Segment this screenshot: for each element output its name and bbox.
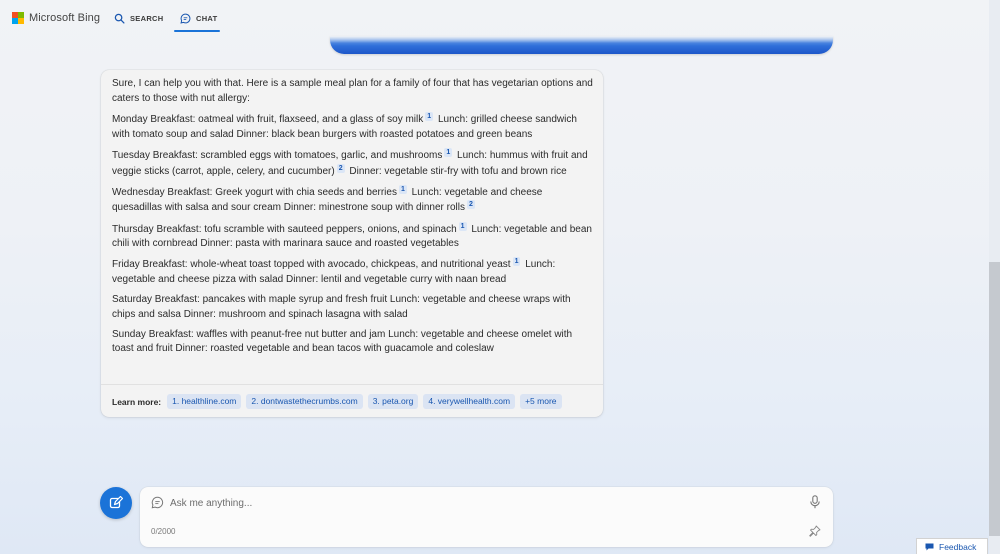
citation-marker[interactable]: 1 [444, 147, 453, 157]
response-text-segment: Saturday Breakfast: pancakes with maple … [112, 294, 571, 320]
response-paragraph: Tuesday Breakfast: scrambled eggs with t… [112, 147, 594, 179]
response-text-segment: Monday Breakfast: oatmeal with fruit, fl… [112, 114, 424, 126]
microsoft-logo-icon [12, 12, 24, 24]
search-icon [114, 13, 125, 24]
bing-logo[interactable]: Microsoft Bing [12, 12, 100, 24]
response-text-segment: Thursday Breakfast: tofu scramble with s… [112, 223, 457, 235]
chat-input-box: 0/2000 [140, 487, 833, 547]
citation-marker[interactable]: 1 [398, 184, 407, 194]
feedback-button[interactable]: Feedback [916, 538, 988, 554]
response-text-segment: Tuesday Breakfast: scrambled eggs with t… [112, 149, 443, 161]
response-text-segment: Wednesday Breakfast: Greek yogurt with c… [112, 186, 397, 198]
response-text-segment: Sure, I can help you with that. Here is … [112, 78, 593, 104]
feedback-label: Feedback [939, 541, 977, 552]
scroll-fade [330, 36, 833, 43]
new-topic-icon [109, 496, 123, 509]
brand-name: Microsoft Bing [29, 12, 101, 24]
response-paragraph: Wednesday Breakfast: Greek yogurt with c… [112, 184, 594, 216]
bot-response-card: Sure, I can help you with that. Here is … [101, 70, 603, 417]
response-paragraph: Thursday Breakfast: tofu scramble with s… [112, 221, 594, 252]
more-sources-button[interactable]: +5 more [520, 394, 562, 409]
ask-input[interactable] [170, 495, 790, 511]
character-counter: 0/2000 [151, 527, 176, 536]
tab-chat[interactable]: CHAT [180, 13, 217, 24]
learn-more-bar: Learn more: 1. healthline.com 2. dontwas… [112, 394, 562, 409]
feedback-icon [925, 543, 934, 550]
citation-marker[interactable]: 1 [512, 257, 521, 267]
pin-icon[interactable] [809, 525, 821, 537]
response-paragraph: Sunday Breakfast: waffles with peanut-fr… [112, 328, 594, 357]
response-paragraph: Sure, I can help you with that. Here is … [112, 77, 594, 106]
response-text: Sure, I can help you with that. Here is … [112, 77, 594, 363]
top-header: Microsoft Bing SEARCH CHAT [0, 0, 1000, 34]
source-link-dontwastethecrumbs[interactable]: 2. dontwastethecrumbs.com [246, 394, 363, 409]
response-paragraph: Monday Breakfast: oatmeal with fruit, fl… [112, 112, 594, 142]
mic-icon[interactable] [809, 495, 821, 509]
source-link-peta[interactable]: 3. peta.org [367, 394, 419, 409]
tab-chat-label: CHAT [196, 14, 218, 23]
response-paragraph: Saturday Breakfast: pancakes with maple … [112, 293, 594, 322]
citation-marker[interactable]: 1 [425, 112, 434, 122]
active-tab-indicator [174, 30, 220, 32]
chat-icon [180, 13, 191, 24]
response-text-segment: Friday Breakfast: whole-wheat toast topp… [112, 259, 511, 271]
response-text-segment: Dinner: vegetable stir-fry with tofu and… [346, 165, 567, 177]
source-link-healthline[interactable]: 1. healthline.com [167, 394, 242, 409]
new-topic-button[interactable] [100, 487, 132, 519]
source-link-verywellhealth[interactable]: 4. verywellhealth.com [423, 394, 516, 409]
chat-bubble-icon [151, 496, 164, 509]
citation-marker[interactable]: 2 [336, 163, 345, 173]
response-text-segment: Sunday Breakfast: waffles with peanut-fr… [112, 328, 573, 355]
tab-search[interactable]: SEARCH [114, 13, 163, 24]
citation-marker[interactable]: 2 [466, 200, 475, 210]
sources-divider [101, 384, 603, 385]
scrollbar-thumb[interactable] [989, 262, 1000, 536]
response-paragraph: Friday Breakfast: whole-wheat toast topp… [112, 257, 594, 287]
tab-search-label: SEARCH [130, 14, 164, 23]
learn-more-label: Learn more: [112, 396, 162, 407]
citation-marker[interactable]: 1 [458, 221, 467, 231]
